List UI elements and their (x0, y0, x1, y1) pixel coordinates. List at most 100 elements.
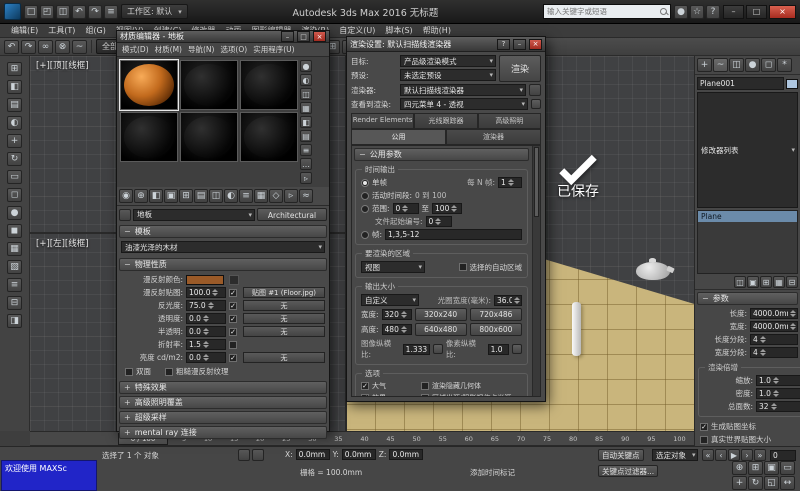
render-setup-tab[interactable]: 公用 (351, 129, 446, 145)
command-panel-tab[interactable]: + (697, 58, 712, 72)
maxscript-mini-listener[interactable]: 欢迎使用 MAXSc (1, 460, 97, 491)
toolbar-icon[interactable]: ~ (72, 40, 87, 54)
property-checkbox[interactable] (229, 341, 237, 349)
lock-view-icon[interactable] (531, 99, 541, 109)
lock-image-aspect-icon[interactable] (433, 344, 443, 354)
render-option-checkbox[interactable]: 效果 (361, 393, 417, 397)
single-frame-radio[interactable] (361, 179, 369, 187)
spinner-arrows-icon[interactable] (771, 403, 777, 410)
property-checkbox[interactable] (229, 289, 237, 297)
resolution-preset-button[interactable]: 320x240 (415, 308, 467, 321)
spinner-arrows-icon[interactable] (402, 205, 408, 212)
property-checkbox[interactable] (229, 315, 237, 323)
material-tool-icon[interactable]: ⊕ (134, 189, 148, 203)
checkbox[interactable] (125, 368, 133, 376)
close-button[interactable]: × (529, 39, 542, 50)
material-tool-icon[interactable]: ◐ (224, 189, 238, 203)
renderer-dropdown[interactable]: 默认扫描线渲染器 ▾ (400, 84, 526, 96)
material-slot[interactable] (240, 112, 298, 162)
common-parameters-rollout-header[interactable]: 公用参数 (354, 148, 529, 161)
left-toolbar-icon[interactable]: ▤ (7, 98, 22, 112)
material-editor-menu-item[interactable]: 实用程序(U) (250, 44, 297, 55)
spinner-arrows-icon[interactable] (773, 377, 779, 384)
render-setup-tab[interactable]: Render Elements (351, 113, 414, 129)
render-setup-tab[interactable]: 高级照明 (478, 113, 541, 129)
pixel-aspect-spinner[interactable]: 1.0 (488, 344, 509, 355)
absolute-offset-toggle-icon[interactable] (252, 449, 264, 461)
key-filters-button[interactable]: 关键点过滤器... (598, 465, 658, 477)
stack-tool-icon[interactable]: ◫ (734, 276, 746, 288)
spinner-arrows-icon[interactable] (208, 302, 214, 309)
property-spinner[interactable]: 0.0 (186, 352, 226, 363)
menu-item[interactable]: 工具(T) (43, 25, 80, 36)
checkbox[interactable] (700, 436, 708, 444)
property-spinner[interactable]: 0.0 (186, 326, 226, 337)
material-tool-icon[interactable]: ▤ (194, 189, 208, 203)
map-button[interactable]: 无 (243, 352, 325, 363)
playback-control-icon[interactable]: » (754, 449, 766, 461)
left-toolbar-icon[interactable]: ≡ (7, 278, 22, 292)
spinner-arrows-icon[interactable] (514, 297, 520, 304)
render-button[interactable]: 渲染 (499, 55, 541, 82)
checkbox[interactable] (700, 423, 708, 431)
material-editor-menu-item[interactable]: 材质(M) (152, 44, 185, 55)
diffuse-color-swatch[interactable] (186, 275, 224, 285)
property-spinner[interactable]: 75.0 (186, 300, 226, 311)
material-tool-icon[interactable]: ⊞ (179, 189, 193, 203)
checkbox[interactable] (361, 394, 369, 397)
modifier-stack-item[interactable]: Plane (698, 211, 797, 222)
material-tool-icon[interactable]: ≡ (239, 189, 253, 203)
save-preset-icon[interactable] (529, 84, 541, 96)
search-icon[interactable] (660, 8, 667, 15)
spinner-arrows-icon[interactable] (401, 311, 407, 318)
selection-lock-icon[interactable] (238, 449, 250, 461)
spinner-arrows-icon[interactable] (451, 205, 457, 212)
render-option-checkbox[interactable]: 渲染隐藏几何体 (421, 381, 522, 391)
command-panel-tab[interactable]: ~ (713, 58, 728, 72)
left-toolbar-icon[interactable]: ◼ (7, 224, 22, 238)
viewport-label-left[interactable]: [+][左][线框] (36, 237, 89, 249)
preset-dropdown[interactable]: 未选定预设 ▾ (400, 69, 496, 81)
parameter-spinner[interactable]: 1.0 (756, 388, 800, 399)
view-to-render-dropdown[interactable]: 四元菜单 4 - 透视 ▾ (400, 98, 528, 110)
minimize-button[interactable]: – (281, 31, 294, 42)
render-setup-tab[interactable]: 光线跟踪器 (414, 113, 477, 129)
stack-tool-icon[interactable]: ⊞ (760, 276, 772, 288)
parameter-spinner[interactable]: 32 (756, 401, 800, 412)
left-toolbar-icon[interactable]: ▧ (7, 260, 22, 274)
spinner-arrows-icon[interactable] (790, 310, 796, 317)
property-checkbox[interactable] (229, 302, 237, 310)
command-panel-tab[interactable]: ◫ (729, 58, 744, 72)
playback-control-icon[interactable]: › (741, 449, 753, 461)
map-button[interactable]: 贴图 #1 (Floor.jpg) (243, 287, 325, 298)
checkbox[interactable] (421, 382, 429, 390)
object-color-swatch[interactable] (786, 79, 798, 89)
viewport-navigation-icon[interactable]: ↻ (748, 476, 763, 490)
every-nth-frame-spinner[interactable]: 1 (498, 177, 522, 188)
material-slot[interactable] (180, 60, 238, 110)
viewport-label-top[interactable]: [+][顶][线框] (36, 59, 89, 71)
spinner-arrows-icon[interactable] (401, 326, 407, 333)
add-time-tag[interactable]: 添加时间标记 (470, 467, 515, 478)
command-panel-tab[interactable]: * (777, 58, 792, 72)
minimize-button[interactable]: – (723, 5, 744, 19)
collapsed-rollout-header[interactable]: 超级采样 (119, 411, 327, 424)
aperture-width-spinner[interactable]: 36.0 (494, 295, 522, 306)
titlebar-utility-icon[interactable]: ? (706, 5, 720, 19)
modifier-stack[interactable]: Plane (697, 210, 798, 274)
parameter-spinner[interactable]: 4000.0mm (750, 308, 798, 319)
menu-item[interactable]: 编辑(E) (6, 25, 43, 36)
resolution-preset-button[interactable]: 800x600 (470, 323, 522, 336)
collapsed-rollout-header[interactable]: 特殊效果 (119, 381, 327, 394)
left-toolbar-icon[interactable]: ▭ (7, 170, 22, 184)
minimize-button[interactable]: – (513, 39, 526, 50)
viewport-navigation-icon[interactable]: ◱ (764, 476, 779, 490)
left-toolbar-icon[interactable]: + (7, 134, 22, 148)
modifier-list-dropdown[interactable]: 修改器列表 ▾ (697, 92, 798, 208)
resolution-preset-button[interactable]: 720x486 (470, 308, 522, 321)
current-frame-field[interactable]: 0 (770, 450, 796, 461)
maximize-button[interactable]: □ (746, 5, 767, 19)
template-rollout-header[interactable]: 模板 (119, 225, 327, 238)
active-time-segment-radio[interactable] (361, 192, 369, 200)
menu-item[interactable]: 帮助(H) (418, 25, 456, 36)
